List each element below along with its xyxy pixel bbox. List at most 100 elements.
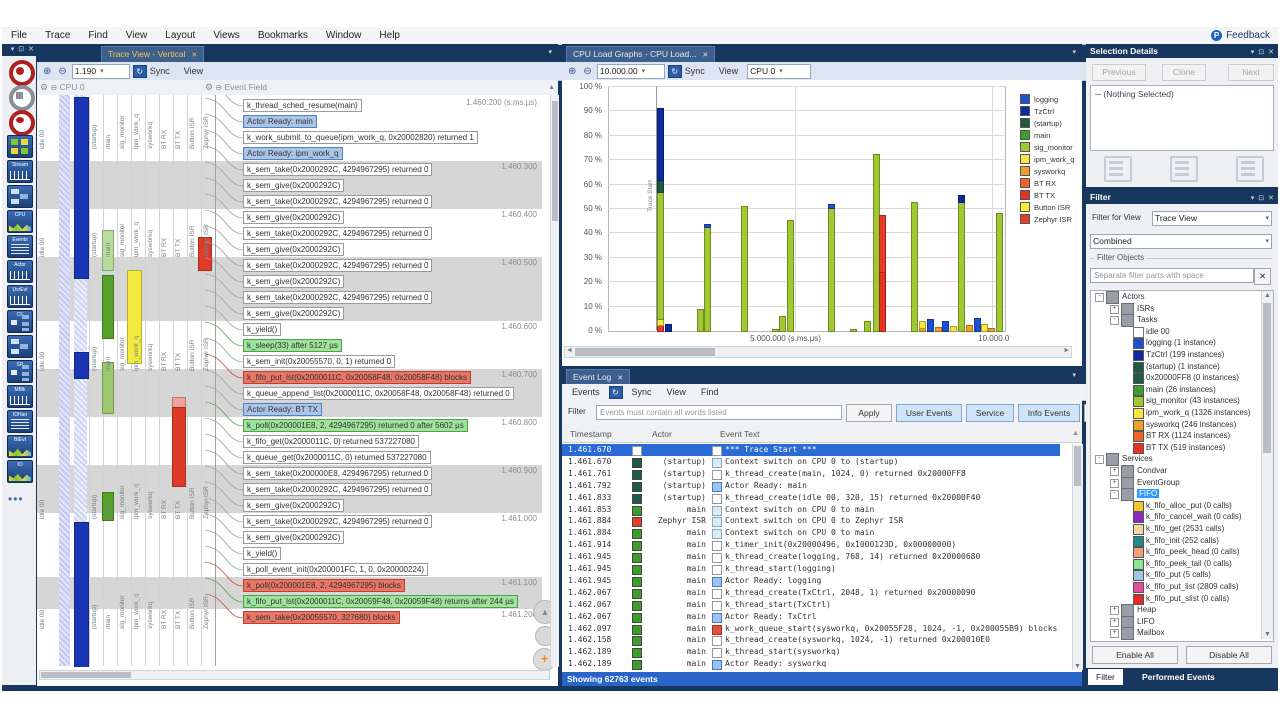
detail-tool-icon[interactable] (1236, 156, 1264, 182)
color-checkbox[interactable] (1133, 431, 1144, 442)
event-log-row[interactable]: 1.461.833(startup)k_thread_create(idle 0… (562, 492, 1060, 504)
chart-bar-segment-ipm-work-q[interactable] (981, 324, 988, 332)
event-log-row[interactable]: 1.462.067maink_thread_create(TxCtrl, 204… (562, 587, 1060, 599)
pin-icon[interactable]: ⊡ (1258, 195, 1264, 202)
next-button[interactable]: Next (1228, 64, 1274, 81)
scroll-up-icon[interactable]: ▲ (1072, 426, 1079, 442)
actor-ready-event[interactable]: Actor Ready: main (243, 115, 317, 128)
menu-help[interactable]: Help (370, 27, 409, 44)
service-call-event[interactable]: k_fifo_get(0x2000011C, 0) returned 53722… (243, 435, 419, 448)
tree-item-0x20000ff8[interactable]: 0x20000FF8 (0 instances) (1091, 372, 1259, 384)
chart-bar-segment-logging[interactable] (942, 321, 949, 332)
communication-flow-icon[interactable]: CF (6, 309, 32, 333)
view-select-combo[interactable]: Trace View▾ (1152, 211, 1272, 226)
service-call-event[interactable]: k_sem_take(0x2000292C, 4294967295) retur… (243, 483, 432, 496)
chart-bar-segment-sysworkq[interactable] (988, 328, 995, 332)
collapse-icon[interactable]: - (1095, 293, 1104, 302)
blocking-event[interactable]: k_sem_take(0x20055570, 327680) blocks (243, 611, 400, 624)
tree-item-k_fifo_peek_head[interactable]: k_fifo_peek_head (0 calls) (1091, 546, 1259, 558)
return-event[interactable]: k_sleep(33) after 5127 µs (243, 339, 342, 352)
chart-bar-segment-tzctrl[interactable] (958, 195, 965, 203)
tree-item-fifo[interactable]: -FIFO (1091, 488, 1259, 500)
color-checkbox[interactable] (1133, 350, 1144, 361)
color-checkbox[interactable] (1133, 524, 1144, 535)
service-call-event[interactable]: k_sem_take(0x2000292C, 4294967295) retur… (243, 195, 432, 208)
tree-item-k_fifo_put[interactable]: k_fifo_put (5 calls) (1091, 569, 1259, 581)
chart-bar-segment-sig-monitor[interactable] (911, 202, 918, 332)
tree-item-k_fifo_peek_tail[interactable]: k_fifo_peek_tail (0 calls) (1091, 558, 1259, 570)
menu-views[interactable]: Views (204, 27, 249, 44)
tree-item-bt[interactable]: BT TX (519 instances) (1091, 442, 1259, 454)
col-event-text[interactable]: Event Text (720, 426, 760, 442)
scroll-left-icon[interactable]: ◄ (566, 347, 573, 354)
chart-bar-segment-sig-monitor[interactable] (657, 191, 664, 320)
clone-button[interactable]: Clone (1162, 64, 1206, 81)
memory-blocks-icon[interactable]: MBlk (6, 384, 32, 408)
tab-overflow-icon[interactable]: ▾ (548, 48, 552, 56)
zoom-level-combo[interactable]: 1.190▾ (72, 64, 130, 79)
color-checkbox[interactable] (1133, 547, 1144, 558)
chart-bar-segment-logging[interactable] (828, 204, 835, 208)
clear-filter-button[interactable]: ✕ (1254, 268, 1271, 285)
service-call-event[interactable]: k_thread_sched_resume(main) (243, 99, 362, 112)
state-graph-icon[interactable]: SR (6, 359, 32, 383)
trace-v-scrollbar[interactable] (550, 95, 559, 667)
tab-overflow-icon[interactable]: ▾ (1072, 48, 1076, 56)
actor-ready-event[interactable]: Actor Ready: ipm_work_q (243, 147, 343, 160)
actor-graph-icon[interactable]: Actor (6, 259, 32, 283)
user-events-button[interactable]: User Events (896, 404, 962, 422)
trace-view-icon[interactable] (6, 184, 32, 208)
event-log-row[interactable]: 1.461.761(startup)k_thread_create(main, … (562, 468, 1060, 480)
event-log-row[interactable]: 1.462.097maink_work_queue_start(sysworkq… (562, 623, 1060, 635)
expand-icon[interactable]: + (1110, 467, 1119, 476)
menu-bookmarks[interactable]: Bookmarks (249, 27, 317, 44)
scroll-up-icon[interactable]: ▲ (1264, 292, 1271, 299)
service-button[interactable]: Service (966, 404, 1014, 422)
event-log-row[interactable]: 1.461.670(startup)Context switch on CPU … (562, 456, 1060, 468)
event-log-row[interactable]: 1.462.067mainActor Ready: TxCtrl (562, 611, 1060, 623)
cpu-load-icon[interactable]: CPU (6, 209, 32, 233)
tree-item--startup-[interactable]: (startup) (1 instance) (1091, 361, 1259, 373)
disable-all-button[interactable]: Disable All (1186, 646, 1272, 664)
filter-search-input[interactable] (1090, 268, 1254, 283)
close-icon[interactable]: ✕ (1268, 49, 1274, 56)
tree-item-ipm_work_q[interactable]: ipm_work_q (1326 instances) (1091, 407, 1259, 419)
view-menu[interactable]: View (184, 66, 203, 76)
trace-h-scrollbar[interactable] (39, 670, 550, 680)
event-log-row[interactable]: 1.461.914maink_timer_init(0x20000496, 0x… (562, 539, 1060, 551)
close-icon[interactable]: ✕ (702, 52, 708, 59)
zoom-level-combo[interactable]: 10.000.00▾ (597, 64, 665, 79)
log-v-scrollbar[interactable]: ▼ (1072, 444, 1083, 670)
tree-item-tzctrl[interactable]: TzCtrl (199 instances) (1091, 349, 1259, 361)
sync-toggle[interactable]: Sync (150, 66, 170, 76)
tab-cpu-load[interactable]: CPU Load Graphs - CPU Load...✕ (566, 46, 715, 62)
service-call-event[interactable]: k_sem_take(0x2000292C, 4294967295) retur… (243, 259, 432, 272)
tab-event-log[interactable]: Event Log✕ (566, 369, 630, 384)
service-call-event[interactable]: k_sem_take(0x2000292C, 4294967295) retur… (243, 291, 432, 304)
tree-item-k_fifo_alloc_put[interactable]: k_fifo_alloc_put (0 calls) (1091, 500, 1259, 512)
color-checkbox[interactable] (1133, 385, 1144, 396)
detail-tool-icon[interactable] (1104, 156, 1132, 182)
chart-bar-segment-sig-monitor[interactable] (850, 329, 857, 332)
event-log-row[interactable]: 1.462.158maink_thread_create(sysworkq, 1… (562, 634, 1060, 646)
tree-item-isrs[interactable]: +ISRs (1091, 303, 1259, 315)
event-log-row[interactable]: 1.461.884Zephyr ISRContext switch on CPU… (562, 515, 1060, 527)
service-call-event[interactable]: k_work_submit_to_queue(ipm_work_q, 0x200… (243, 131, 478, 144)
chart-bar-segment-ipm-work-q[interactable] (950, 326, 957, 332)
service-call-event[interactable]: k_poll_event_init(0x200001FC, 1, 0, 0x20… (243, 563, 428, 576)
event-log-row[interactable]: 1.461.945maink_thread_start(logging) (562, 563, 1060, 575)
tree-item-condvar[interactable]: +Condvar (1091, 465, 1259, 477)
execution-bar--startup-[interactable] (74, 352, 89, 379)
expand-icon[interactable]: + (1110, 305, 1119, 314)
zoom-out-icon[interactable]: ⊖ (56, 66, 68, 77)
sync-icon[interactable]: ↻ (609, 386, 623, 399)
io-channel-icon[interactable]: IOHan (6, 409, 32, 433)
color-checkbox[interactable] (1133, 594, 1144, 605)
color-checkbox[interactable] (1133, 327, 1144, 338)
color-checkbox[interactable] (1133, 512, 1144, 523)
mode-select-combo[interactable]: Combined▾ (1090, 234, 1272, 249)
tab-overflow-icon[interactable]: ▾ (1072, 371, 1076, 379)
actor-ready-event[interactable]: Actor Ready: BT TX (243, 403, 322, 416)
chart-bar-segment--startup-[interactable] (657, 179, 664, 193)
service-call-event[interactable]: k_sem_take(0x2000292C, 4294967295) retur… (243, 515, 432, 528)
